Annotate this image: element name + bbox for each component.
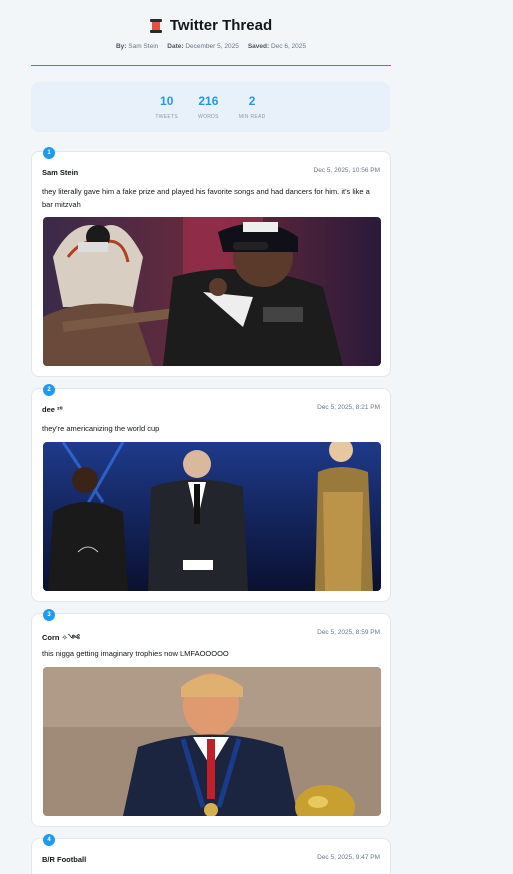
tweet-number-badge: 1	[43, 147, 55, 159]
title-row: Twitter Thread	[31, 17, 391, 34]
tweet-author[interactable]: Sam Stein	[42, 168, 78, 177]
stats-panel: 10 TWEETS 216 WORDS 2 MIN READ	[31, 82, 390, 132]
thread-page: Twitter Thread By: Sam Stein Date: Decem…	[0, 0, 513, 874]
stat-value: 216	[198, 94, 219, 108]
thread-meta: By: Sam Stein Date: December 5, 2025 Sav…	[31, 43, 391, 50]
tweet-card[interactable]: 2 dee ²⁰ Dec 5, 2025, 8:21 PM they're am…	[31, 384, 391, 602]
tweet-text: this nigga getting imaginary trophies no…	[42, 649, 229, 658]
tweet-number-badge: 2	[43, 384, 55, 396]
date-value: December 5, 2025	[185, 43, 239, 50]
tweet-card[interactable]: 3 Corn ✧༺ Dec 5, 2025, 8:59 PM this nigg…	[31, 609, 391, 827]
tweet-card[interactable]: 4 B/R Football Dec 5, 2025, 9:47 PM	[31, 834, 391, 874]
thread-header: Twitter Thread By: Sam Stein Date: Decem…	[31, 0, 391, 66]
saved-label: Saved:	[247, 43, 270, 50]
tweet-image[interactable]	[43, 667, 381, 816]
tweet-timestamp[interactable]: Dec 5, 2025, 9:47 PM	[317, 854, 380, 861]
tweet-image[interactable]	[43, 217, 381, 366]
stat-min-read: 2 MIN READ	[239, 94, 266, 132]
stat-value: 2	[248, 94, 256, 108]
tweet-timestamp[interactable]: Dec 5, 2025, 8:59 PM	[317, 629, 380, 636]
stat-value: 10	[160, 94, 174, 108]
stat-tweets: 10 TWEETS	[155, 94, 178, 132]
tweet-text: they literally gave him a fake prize and…	[42, 187, 370, 209]
stat-words: 216 WORDS	[198, 94, 219, 132]
tweet-text: they're americanizing the world cup	[42, 424, 160, 433]
stat-label: WORDS	[198, 114, 219, 120]
tweet-image[interactable]	[43, 442, 381, 591]
tweet-author[interactable]: B/R Football	[42, 855, 86, 864]
stat-label: TWEETS	[155, 114, 179, 120]
tweet-timestamp[interactable]: Dec 5, 2025, 8:21 PM	[317, 404, 380, 411]
tweet-author[interactable]: dee ²⁰	[42, 405, 63, 414]
page-title: Twitter Thread	[169, 17, 273, 34]
stat-label: MIN READ	[238, 114, 266, 120]
tweet-number-badge: 3	[43, 609, 55, 621]
tweet-number-badge: 4	[43, 834, 55, 846]
tweet-timestamp[interactable]: Dec 5, 2025, 10:56 PM	[314, 167, 381, 174]
spool-of-thread-icon	[149, 18, 162, 33]
date-label: Date:	[167, 43, 184, 50]
by-label: By:	[115, 43, 127, 50]
saved-value: Dec 6, 2025	[270, 43, 307, 50]
by-value: Sam Stein	[128, 43, 159, 50]
tweet-card[interactable]: 1 Sam Stein Dec 5, 2025, 10:56 PM they l…	[31, 147, 391, 377]
